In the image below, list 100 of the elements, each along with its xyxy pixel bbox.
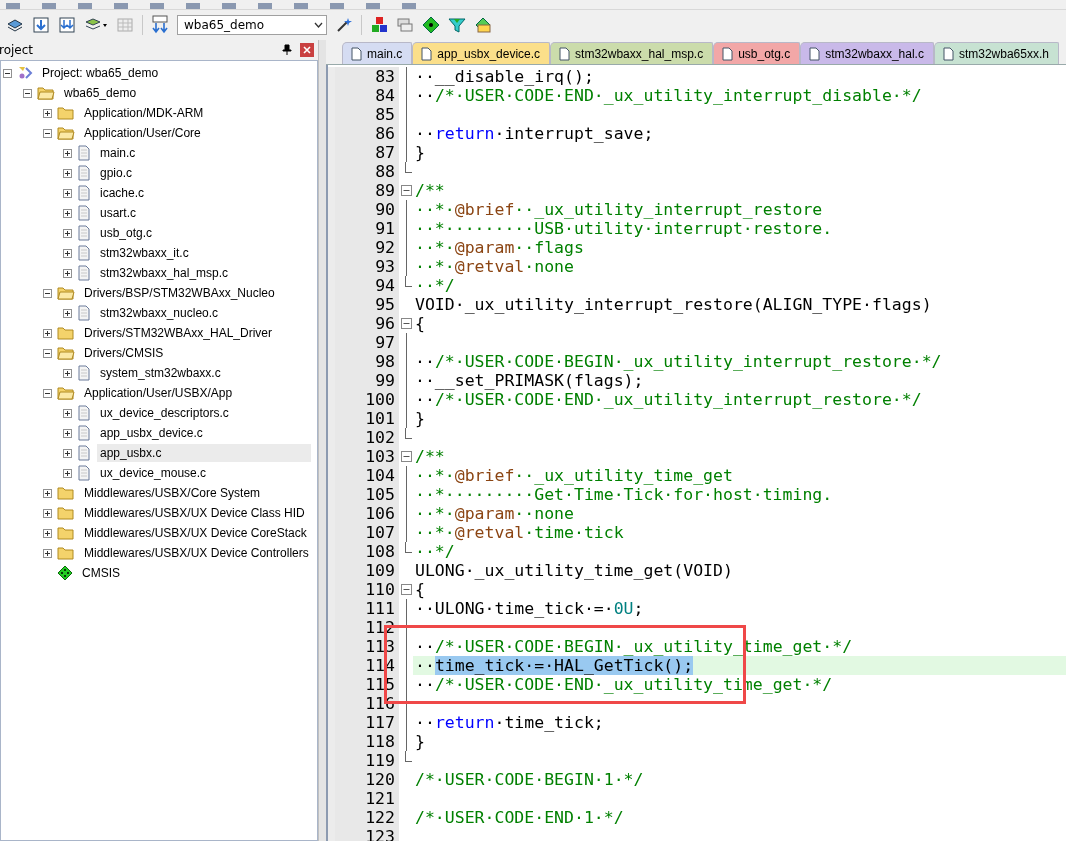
tree-item[interactable]: icache.c	[97, 184, 148, 202]
expand-icon[interactable]	[63, 468, 72, 478]
expand-icon[interactable]	[63, 308, 72, 318]
collapse-icon[interactable]	[3, 68, 12, 78]
magic-wand-icon[interactable]	[335, 16, 353, 34]
tree-item[interactable]: Drivers/BSP/STM32WBAxx_Nucleo	[81, 284, 278, 302]
pin-icon[interactable]	[282, 44, 292, 56]
fold-collapse-icon[interactable]	[400, 185, 412, 196]
file-tab[interactable]: stm32wbaxx_hal_msp.c	[550, 42, 714, 64]
code-line: ··*/	[415, 276, 455, 295]
line-number: 83	[328, 67, 399, 86]
code-line: ··/*·USER·CODE·END·_ux_utility_interrupt_disable·*/	[415, 86, 922, 105]
expand-icon[interactable]	[63, 448, 72, 458]
expand-icon[interactable]	[43, 488, 52, 498]
fold-collapse-icon[interactable]	[400, 451, 412, 462]
expand-icon[interactable]	[63, 268, 72, 278]
tree-item[interactable]: Application/User/Core	[81, 124, 204, 142]
blocks-icon[interactable]	[370, 16, 388, 34]
tree-item[interactable]: Middlewares/USBX/UX Device CoreStack	[81, 524, 310, 542]
tree-item[interactable]: Middlewares/USBX/UX Device Controllers	[81, 544, 312, 562]
download-icon[interactable]	[32, 16, 50, 34]
file-icon	[77, 405, 91, 421]
file-tab[interactable]: stm32wbaxx_hal.c	[800, 42, 934, 64]
file-tab[interactable]: main.c	[342, 42, 413, 64]
tree-item[interactable]: app_usbx.c	[97, 444, 312, 462]
expand-icon[interactable]	[43, 328, 52, 338]
tree-item[interactable]: Application/User/USBX/App	[81, 384, 236, 402]
collapse-icon[interactable]	[23, 88, 32, 98]
code-line: ··*·@brief··_ux_utility_interrupt_restore	[415, 200, 823, 219]
expand-icon[interactable]	[63, 428, 72, 438]
file-tab[interactable]: stm32wba65xx.h	[933, 42, 1059, 64]
pack-icon[interactable]	[474, 16, 492, 34]
tree-item[interactable]: Project: wba65_demo	[39, 64, 162, 82]
code-line: }	[415, 143, 425, 162]
collapse-icon[interactable]	[43, 128, 52, 138]
collapse-icon[interactable]	[43, 388, 52, 398]
fold-end-line	[405, 751, 412, 762]
fold-collapse-icon[interactable]	[400, 584, 412, 595]
line-number: 104	[328, 466, 399, 485]
expand-icon[interactable]	[63, 368, 72, 378]
open-folder-icon	[57, 386, 75, 400]
tree-item[interactable]: app_usbx_device.c	[97, 424, 206, 442]
diamond-icon[interactable]	[422, 16, 440, 34]
fold-collapse-icon[interactable]	[400, 318, 412, 329]
open-folder-icon	[57, 286, 75, 300]
file-tab[interactable]: app_usbx_device.c	[412, 42, 551, 64]
tree-item[interactable]: stm32wbaxx_nucleo.c	[97, 304, 222, 322]
expand-icon[interactable]	[43, 508, 52, 518]
expand-icon[interactable]	[63, 228, 72, 238]
line-number: 95	[328, 295, 399, 314]
code-line: }	[415, 732, 425, 751]
download-icon[interactable]	[58, 16, 76, 34]
file-icon	[77, 145, 91, 161]
tree-item[interactable]: Application/MDK-ARM	[81, 104, 207, 122]
code-line: ··__set_PRIMASK(flags);	[415, 371, 644, 390]
file-tab[interactable]: usb_otg.c	[713, 42, 801, 64]
file-icon	[942, 46, 954, 61]
tree-item[interactable]: ux_device_descriptors.c	[97, 404, 232, 422]
tree-item[interactable]: system_stm32wbaxx.c	[97, 364, 224, 382]
expand-icon[interactable]	[43, 528, 52, 538]
expand-icon[interactable]	[63, 248, 72, 258]
expand-icon[interactable]	[63, 188, 72, 198]
tree-item[interactable]: usb_otg.c	[97, 224, 156, 242]
tree-item[interactable]: main.c	[97, 144, 139, 162]
load-icon[interactable]	[151, 15, 169, 35]
tree-item[interactable]: Drivers/CMSIS	[81, 344, 167, 362]
expand-icon[interactable]	[43, 108, 52, 118]
funnel-icon[interactable]	[448, 16, 466, 34]
tree-item[interactable]: Drivers/STM32WBAxx_HAL_Driver	[81, 324, 276, 342]
collapse-icon[interactable]	[43, 288, 52, 298]
expand-icon[interactable]	[43, 548, 52, 558]
file-icon	[77, 265, 91, 281]
tree-item[interactable]: wba65_demo	[61, 84, 140, 102]
collapse-icon[interactable]	[43, 348, 52, 358]
tree-item[interactable]: Middlewares/USBX/UX Device Class HID	[81, 504, 308, 522]
line-number: 84	[328, 86, 399, 105]
code-line: ··*·@brief··_ux_utility_time_get	[415, 466, 733, 485]
line-number: 107	[328, 523, 399, 542]
tree-item[interactable]: stm32wbaxx_it.c	[97, 244, 192, 262]
tree-item[interactable]: CMSIS	[79, 564, 123, 582]
target-dropdown[interactable]: wba65_demo	[177, 15, 327, 35]
tree-item[interactable]: stm32wbaxx_hal_msp.c	[97, 264, 232, 282]
expand-icon[interactable]	[63, 408, 72, 418]
tree-item[interactable]: usart.c	[97, 204, 139, 222]
line-number: 100	[328, 390, 399, 409]
line-number: 110	[328, 580, 399, 599]
code-line: ··ULONG·time_tick·=·0U;	[415, 599, 644, 618]
close-icon[interactable]	[300, 43, 314, 57]
tree-item[interactable]: Middlewares/USBX/Core System	[81, 484, 264, 502]
folder-icon	[57, 526, 75, 540]
tree-item[interactable]: ux_device_mouse.c	[97, 464, 210, 482]
windows-icon[interactable]	[396, 16, 414, 34]
open-folder-icon	[37, 86, 55, 100]
expand-icon[interactable]	[63, 168, 72, 178]
code-editor[interactable]	[326, 65, 1066, 841]
code-line: }	[415, 409, 425, 428]
code-line: /**	[415, 447, 445, 466]
expand-icon[interactable]	[63, 148, 72, 158]
tree-item[interactable]: gpio.c	[97, 164, 136, 182]
expand-icon[interactable]	[63, 208, 72, 218]
